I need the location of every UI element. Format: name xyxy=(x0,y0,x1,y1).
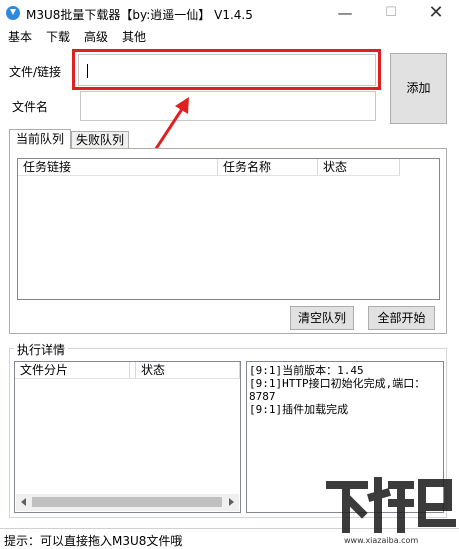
watermark-icon: www.xiazaiba.com xyxy=(326,477,456,545)
tab-panel-current: 任务链接 任务名称 状态 清空队列 全部开始 xyxy=(9,148,447,334)
column-task-link[interactable]: 任务链接 xyxy=(18,159,218,176)
window-title: M3U8批量下载器【by:逍遥一仙】 V1.4.5 xyxy=(26,8,253,22)
log-line: [9:1]当前版本：1.45 xyxy=(249,364,364,377)
scroll-left-icon[interactable] xyxy=(21,498,26,506)
log-line: [9:1]HTTP接口初始化完成,端口：8787 xyxy=(249,377,426,403)
maximize-button[interactable]: ☐ xyxy=(368,0,414,28)
menu-basic[interactable]: 基本 xyxy=(8,28,32,45)
close-button[interactable]: ✕ xyxy=(413,0,459,28)
menu-advanced[interactable]: 高级 xyxy=(84,28,108,45)
menu-bar: 基本 下载 高级 其他 xyxy=(0,26,459,46)
watermark-url: www.xiazaiba.com xyxy=(344,536,418,545)
file-name-label: 文件名 xyxy=(12,100,49,114)
chunk-list[interactable]: 文件分片 状态 xyxy=(14,361,241,513)
file-link-label: 文件/链接 xyxy=(9,65,62,79)
column-status[interactable]: 状态 xyxy=(318,159,400,176)
clear-queue-button[interactable]: 清空队列 xyxy=(290,306,354,330)
scroll-right-icon[interactable] xyxy=(229,498,234,506)
horizontal-scrollbar[interactable] xyxy=(16,494,239,511)
download-icon xyxy=(6,6,20,20)
column-chunk-status[interactable]: 状态 xyxy=(136,362,240,379)
watermark-logo: www.xiazaiba.com xyxy=(326,467,456,547)
column-file-chunk[interactable]: 文件分片 xyxy=(15,362,130,379)
details-group-title: 执行详情 xyxy=(14,341,69,358)
menu-other[interactable]: 其他 xyxy=(122,28,146,45)
add-button[interactable]: 添加 xyxy=(390,53,447,124)
menu-download[interactable]: 下载 xyxy=(46,28,70,45)
log-line: [9:1]插件加载完成 xyxy=(249,403,349,416)
minimize-button[interactable]: — xyxy=(322,0,368,28)
highlight-box xyxy=(72,49,381,90)
scroll-thumb[interactable] xyxy=(32,497,222,507)
status-text: 提示：可以直接拖入M3U8文件哦 xyxy=(4,534,183,548)
tab-failed-queue[interactable]: 失败队列 xyxy=(71,131,129,148)
file-name-input[interactable] xyxy=(80,91,376,121)
title-bar: M3U8批量下载器【by:逍遥一仙】 V1.4.5 — ☐ ✕ xyxy=(0,0,459,28)
task-list[interactable]: 任务链接 任务名称 状态 xyxy=(17,158,440,300)
column-task-name[interactable]: 任务名称 xyxy=(218,159,318,176)
start-all-button[interactable]: 全部开始 xyxy=(368,306,435,330)
tab-current-queue[interactable]: 当前队列 xyxy=(9,129,71,149)
